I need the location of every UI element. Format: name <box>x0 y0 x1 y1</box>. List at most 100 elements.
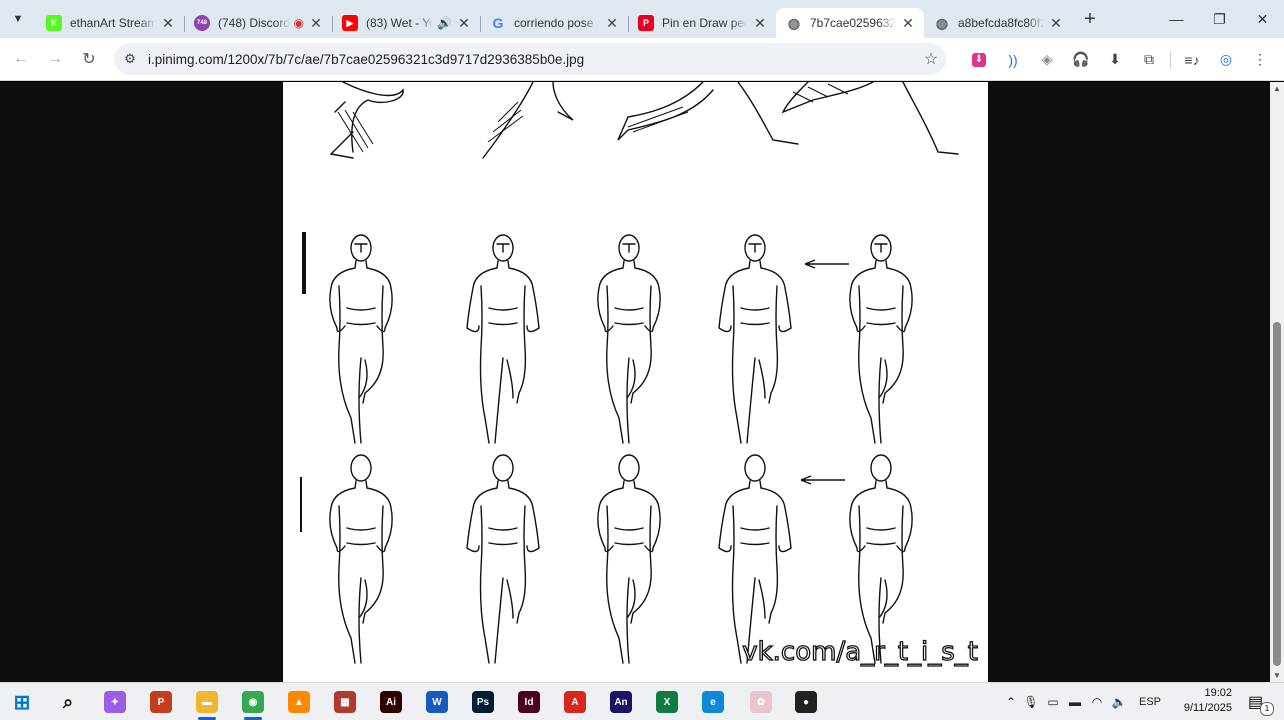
target-icon: ◈ <box>1041 51 1053 67</box>
taskbar-app-excel[interactable]: X <box>652 687 682 717</box>
tab-6[interactable]: ◍ a8befcda8fc80f2 ✕ <box>924 8 1072 38</box>
tab-title: corriendo pose <box>514 16 594 30</box>
window-controls: — ❐ ✕ <box>1155 0 1284 38</box>
minimize-button[interactable]: — <box>1155 0 1198 38</box>
taskbar-app-game-app[interactable]: ▦ <box>330 687 360 717</box>
vertical-scrollbar[interactable]: ▲ ▼ <box>1270 82 1284 682</box>
restore-button[interactable]: ❐ <box>1198 0 1241 38</box>
back-runner-figure <box>718 454 792 664</box>
windows-taskbar: ⊞ ⌕ ✦ P ▬ ◉ ▲ ▦ Ai W Ps Id A An Xe ✿ ● ⌃ 🎙 ▭ ▬ ◠ 🔈 ESP 1… <box>0 682 1284 720</box>
download-extension-button[interactable]: ⬇ <box>962 43 996 77</box>
address-bar[interactable]: ⚙ i.pinimg.com/1200x/7b/7c/ae/7b7cae0259… <box>114 43 946 75</box>
globe-icon: ◍ <box>935 14 949 31</box>
back-view-row <box>329 454 913 664</box>
tab-close-icon[interactable]: ✕ <box>308 15 324 31</box>
headphones-icon: 🎧 <box>1072 51 1090 67</box>
taskbar-app-file-explorer[interactable]: ▬ <box>192 687 222 720</box>
taskbar-app-indesign[interactable]: Id <box>514 687 544 717</box>
tab-4[interactable]: P Pin en Draw pecs ✕ <box>628 8 776 38</box>
animate-icon: An <box>610 691 632 713</box>
profile-button[interactable]: ◎ <box>1209 43 1243 77</box>
back-runner-figure <box>329 454 393 664</box>
volume-icon[interactable]: 🔈 <box>1108 695 1130 709</box>
tab-close-icon[interactable]: ✕ <box>456 15 472 31</box>
site-info-button[interactable]: ⚙ <box>117 46 143 72</box>
scroll-thumb[interactable] <box>1273 322 1281 666</box>
word-icon: W <box>426 691 448 713</box>
scroll-up-arrow-icon[interactable]: ▲ <box>1272 84 1282 93</box>
tab-close-icon[interactable]: ✕ <box>900 15 916 31</box>
microphone-icon[interactable]: 🎙 <box>1020 695 1042 709</box>
chevron-up-icon[interactable]: ⌃ <box>1002 695 1020 709</box>
game-app-icon: ▦ <box>334 691 356 713</box>
running-poses-image[interactable]: vk.com/a_r_t_i_s_t <box>283 82 988 682</box>
taskbar-app-illustrator[interactable]: Ai <box>376 687 406 717</box>
download-arrow-icon: ⬇ <box>972 52 986 67</box>
youtube-icon: ▶ <box>342 15 358 31</box>
clock[interactable]: 19:02 9/11/2025 <box>1184 686 1232 716</box>
front-view-row <box>329 234 913 444</box>
tab-strip: ▼ KethanArt Stream ✕ 748 (748) Discord ◉ ✕ ▶ (8… <box>0 0 1284 38</box>
taskbar-app-animate[interactable]: An <box>606 687 636 717</box>
arrow-right-icon: → <box>47 50 63 67</box>
back-button[interactable]: ← <box>4 42 38 76</box>
file-explorer-icon: ▬ <box>196 691 218 713</box>
tab-close-icon[interactable]: ✕ <box>752 15 768 31</box>
scroll-down-arrow-icon[interactable]: ▼ <box>1272 671 1282 680</box>
tab-0[interactable]: KethanArt Stream ✕ <box>36 8 184 38</box>
close-window-button[interactable]: ✕ <box>1241 0 1284 38</box>
url-text[interactable]: i.pinimg.com/1200x/7b/7c/ae/7b7cae025963… <box>148 52 916 67</box>
tab-5[interactable]: ◍ 7b7cae02596321 ✕ <box>776 8 924 38</box>
pinterest-icon: P <box>638 15 654 31</box>
extension-button[interactable]: ◈ <box>1030 43 1064 77</box>
reload-button[interactable]: ↻ <box>72 42 106 76</box>
taskbar-app-windows-start[interactable]: ⊞ <box>7 687 37 717</box>
globe-icon: ◍ <box>787 14 801 31</box>
tab-title: (83) Wet - YouTube <box>366 16 434 30</box>
tab-close-icon[interactable]: ✕ <box>604 15 620 31</box>
tab-3[interactable]: Gcorriendo pose ✕ <box>480 8 628 38</box>
side-view-legs <box>329 82 959 159</box>
taskbar-app-powerpoint[interactable]: P <box>146 687 176 717</box>
tab-title: ethanArt Stream <box>70 16 156 30</box>
media-control-button[interactable]: ≡♪ <box>1175 43 1209 77</box>
headphones-extension-button[interactable]: 🎧 <box>1064 43 1098 77</box>
audio-extension-button[interactable]: )) <box>996 43 1030 77</box>
acrobat-icon: A <box>564 691 586 713</box>
system-tray: ⌃ 🎙 ▭ ▬ ◠ 🔈 ESP <box>1002 683 1170 720</box>
tab-2[interactable]: ▶ (83) Wet - YouTube🔊 ✕ <box>332 8 480 38</box>
downloads-button[interactable]: ⬇ <box>1098 43 1132 77</box>
taskbar-app-search[interactable]: ⌕ <box>53 687 83 717</box>
taskbar-app-copilot[interactable]: ✦ <box>100 687 130 717</box>
taskbar-app-sketch-app[interactable]: ✿ <box>746 687 776 717</box>
bookmark-star-button[interactable]: ☆ <box>916 49 946 69</box>
taskbar-app-chrome[interactable]: ◉ <box>238 687 268 720</box>
speaker-icon[interactable]: 🔊 <box>437 16 452 30</box>
taskbar-app-word[interactable]: W <box>422 687 452 717</box>
taskbar-app-edge[interactable]: e <box>698 687 728 717</box>
forward-button[interactable]: → <box>38 42 72 76</box>
discord-icon: 748 <box>194 15 210 31</box>
language-indicator[interactable]: ESP <box>1130 696 1170 708</box>
tab-1[interactable]: 748 (748) Discord ◉ ✕ <box>184 8 332 38</box>
tab-close-icon[interactable]: ✕ <box>160 15 176 31</box>
tab-search-button[interactable]: ▼ <box>4 5 32 33</box>
display-icon[interactable]: ▭ <box>1042 695 1064 709</box>
notifications-button[interactable]: ▤ 1 <box>1248 692 1274 716</box>
new-tab-button[interactable]: + <box>1076 5 1104 33</box>
wifi-icon[interactable]: ◠ <box>1086 695 1108 709</box>
sound-wave-icon: )) <box>1008 51 1018 68</box>
browser-menu-button[interactable]: ⋮ <box>1243 43 1277 77</box>
browser-toolbar: ← → ↻ ⚙ i.pinimg.com/1200x/7b/7c/ae/7b7c… <box>0 38 1284 81</box>
restore-icon: ❐ <box>1213 10 1226 27</box>
recording-icon[interactable]: ◉ <box>294 16 304 30</box>
taskbar-app-obs[interactable]: ● <box>791 687 821 717</box>
battery-icon[interactable]: ▬ <box>1064 695 1086 709</box>
puzzle-icon: ⧉ <box>1144 51 1154 67</box>
extensions-menu-button[interactable]: ⧉ <box>1132 43 1166 77</box>
tab-close-icon[interactable]: ✕ <box>1048 15 1064 31</box>
taskbar-app-photoshop[interactable]: Ps <box>468 687 498 717</box>
taskbar-app-vlc[interactable]: ▲ <box>284 687 314 717</box>
copilot-icon: ✦ <box>104 691 126 713</box>
taskbar-app-acrobat[interactable]: A <box>560 687 590 717</box>
